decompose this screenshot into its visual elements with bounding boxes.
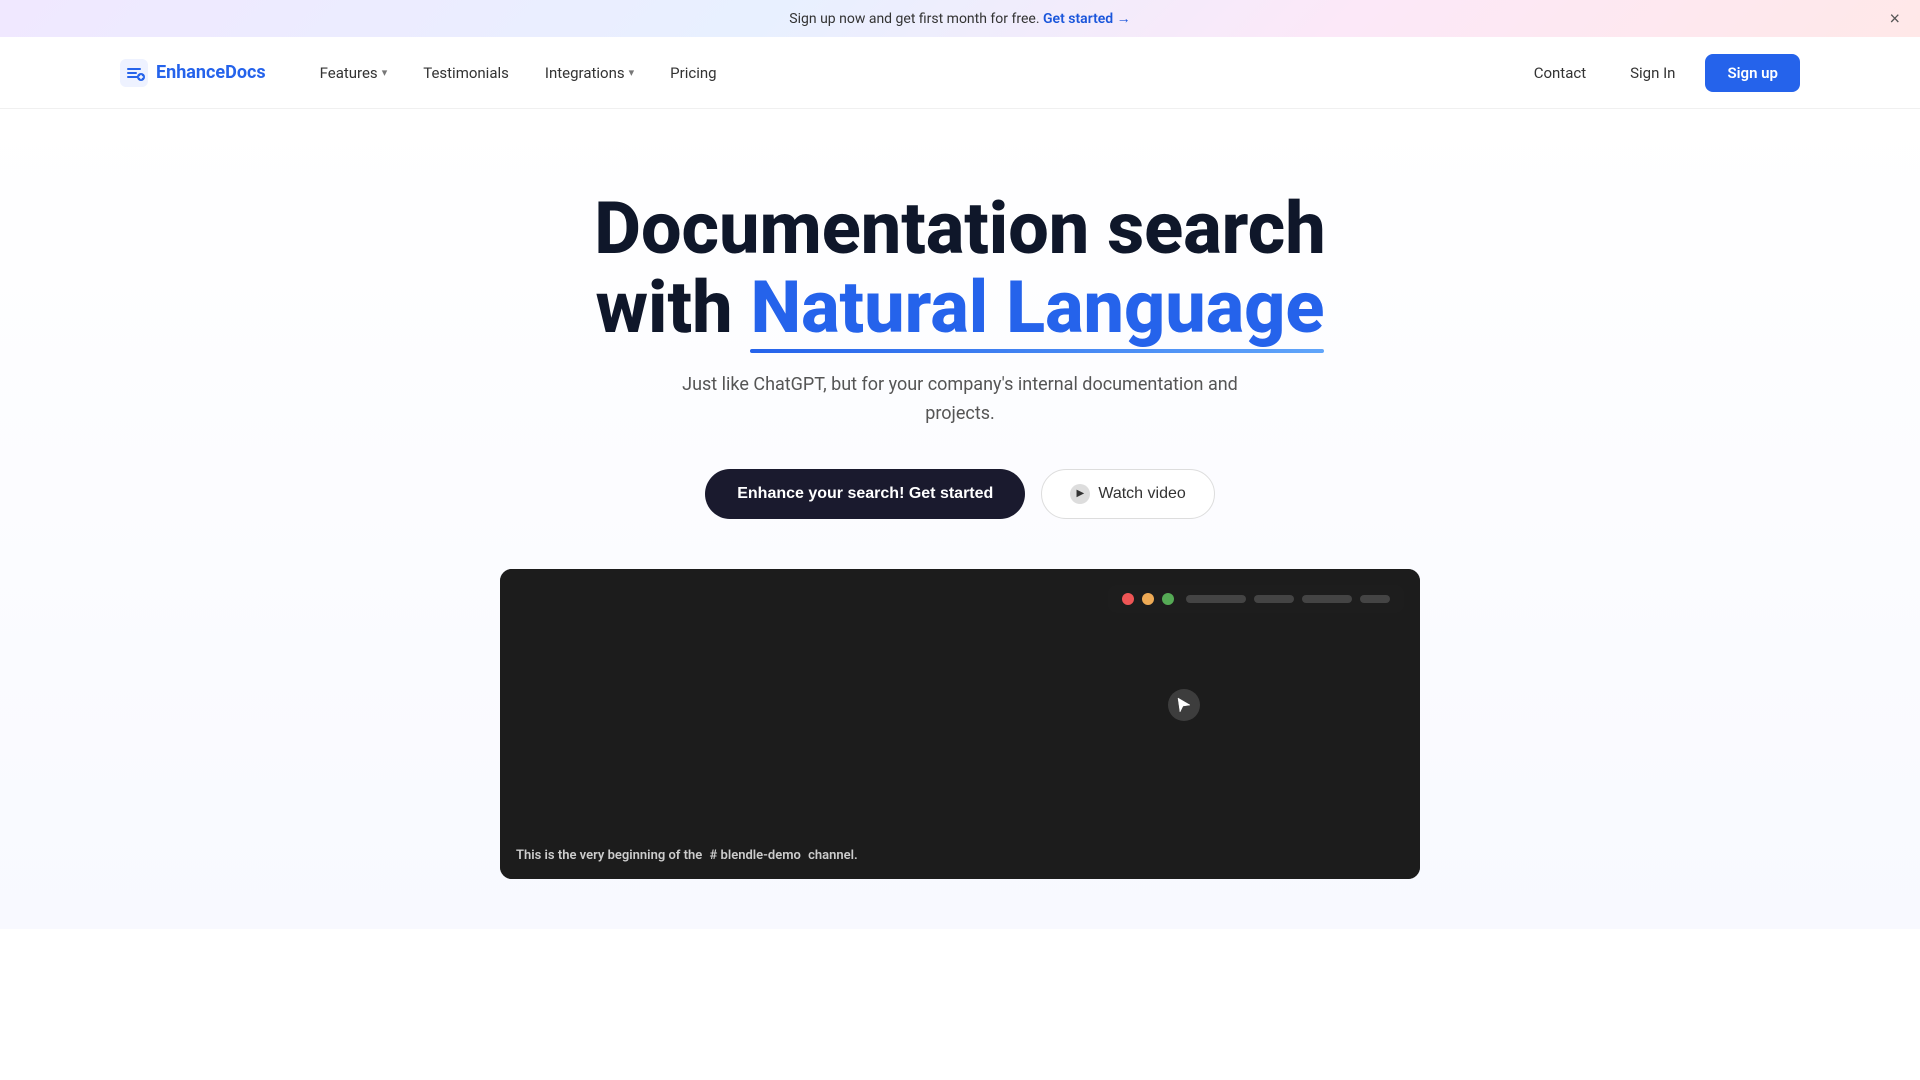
banner-close-button[interactable]: × xyxy=(1889,8,1900,29)
logo-icon xyxy=(120,59,148,87)
announcement-banner: Sign up now and get first month for free… xyxy=(0,0,1920,37)
hero-section: Documentation search with Natural Langua… xyxy=(0,109,1920,929)
hero-title: Documentation search with Natural Langua… xyxy=(510,189,1410,347)
play-icon: ▶ xyxy=(1070,484,1090,504)
nav-contact-link[interactable]: Contact xyxy=(1520,56,1600,90)
video-dot-red xyxy=(1122,593,1134,605)
nav-pricing[interactable]: Pricing xyxy=(656,56,730,90)
banner-text: Sign up now and get first month for free… xyxy=(789,11,1039,27)
video-cursor xyxy=(1168,689,1200,721)
get-started-button[interactable]: Enhance your search! Get started xyxy=(705,469,1025,519)
signup-button[interactable]: Sign up xyxy=(1705,54,1800,92)
video-top-bar xyxy=(1108,585,1404,613)
video-dot-yellow xyxy=(1142,593,1154,605)
hero-buttons: Enhance your search! Get started ▶ Watch… xyxy=(40,469,1880,519)
video-caption: This is the very beginning of the # blen… xyxy=(516,848,858,863)
nav-links: Features ▾ Testimonials Integrations ▾ P… xyxy=(306,56,1520,90)
nav-testimonials[interactable]: Testimonials xyxy=(409,56,523,90)
nav-signin-link[interactable]: Sign In xyxy=(1616,56,1689,90)
video-bar-item xyxy=(1302,595,1352,603)
video-bar-item xyxy=(1254,595,1294,603)
watch-video-button[interactable]: ▶ Watch video xyxy=(1041,469,1214,519)
chevron-down-icon: ▾ xyxy=(382,66,388,79)
video-bar-item xyxy=(1186,595,1246,603)
hero-subtitle: Just like ChatGPT, but for your company'… xyxy=(660,371,1260,429)
chevron-down-icon: ▾ xyxy=(629,66,635,79)
video-dot-green xyxy=(1162,593,1174,605)
video-preview[interactable]: This is the very beginning of the # blen… xyxy=(500,569,1420,879)
banner-cta-link[interactable]: Get started → xyxy=(1043,11,1131,27)
nav-right: Contact Sign In Sign up xyxy=(1520,54,1800,92)
nav-features[interactable]: Features ▾ xyxy=(306,56,402,90)
logo-text: EnhanceDocs xyxy=(156,62,266,83)
video-content: This is the very beginning of the # blen… xyxy=(500,569,1420,879)
logo-link[interactable]: EnhanceDocs xyxy=(120,59,266,87)
video-bar-item xyxy=(1360,595,1390,603)
nav-integrations[interactable]: Integrations ▾ xyxy=(531,56,648,90)
main-navbar: EnhanceDocs Features ▾ Testimonials Inte… xyxy=(0,37,1920,109)
